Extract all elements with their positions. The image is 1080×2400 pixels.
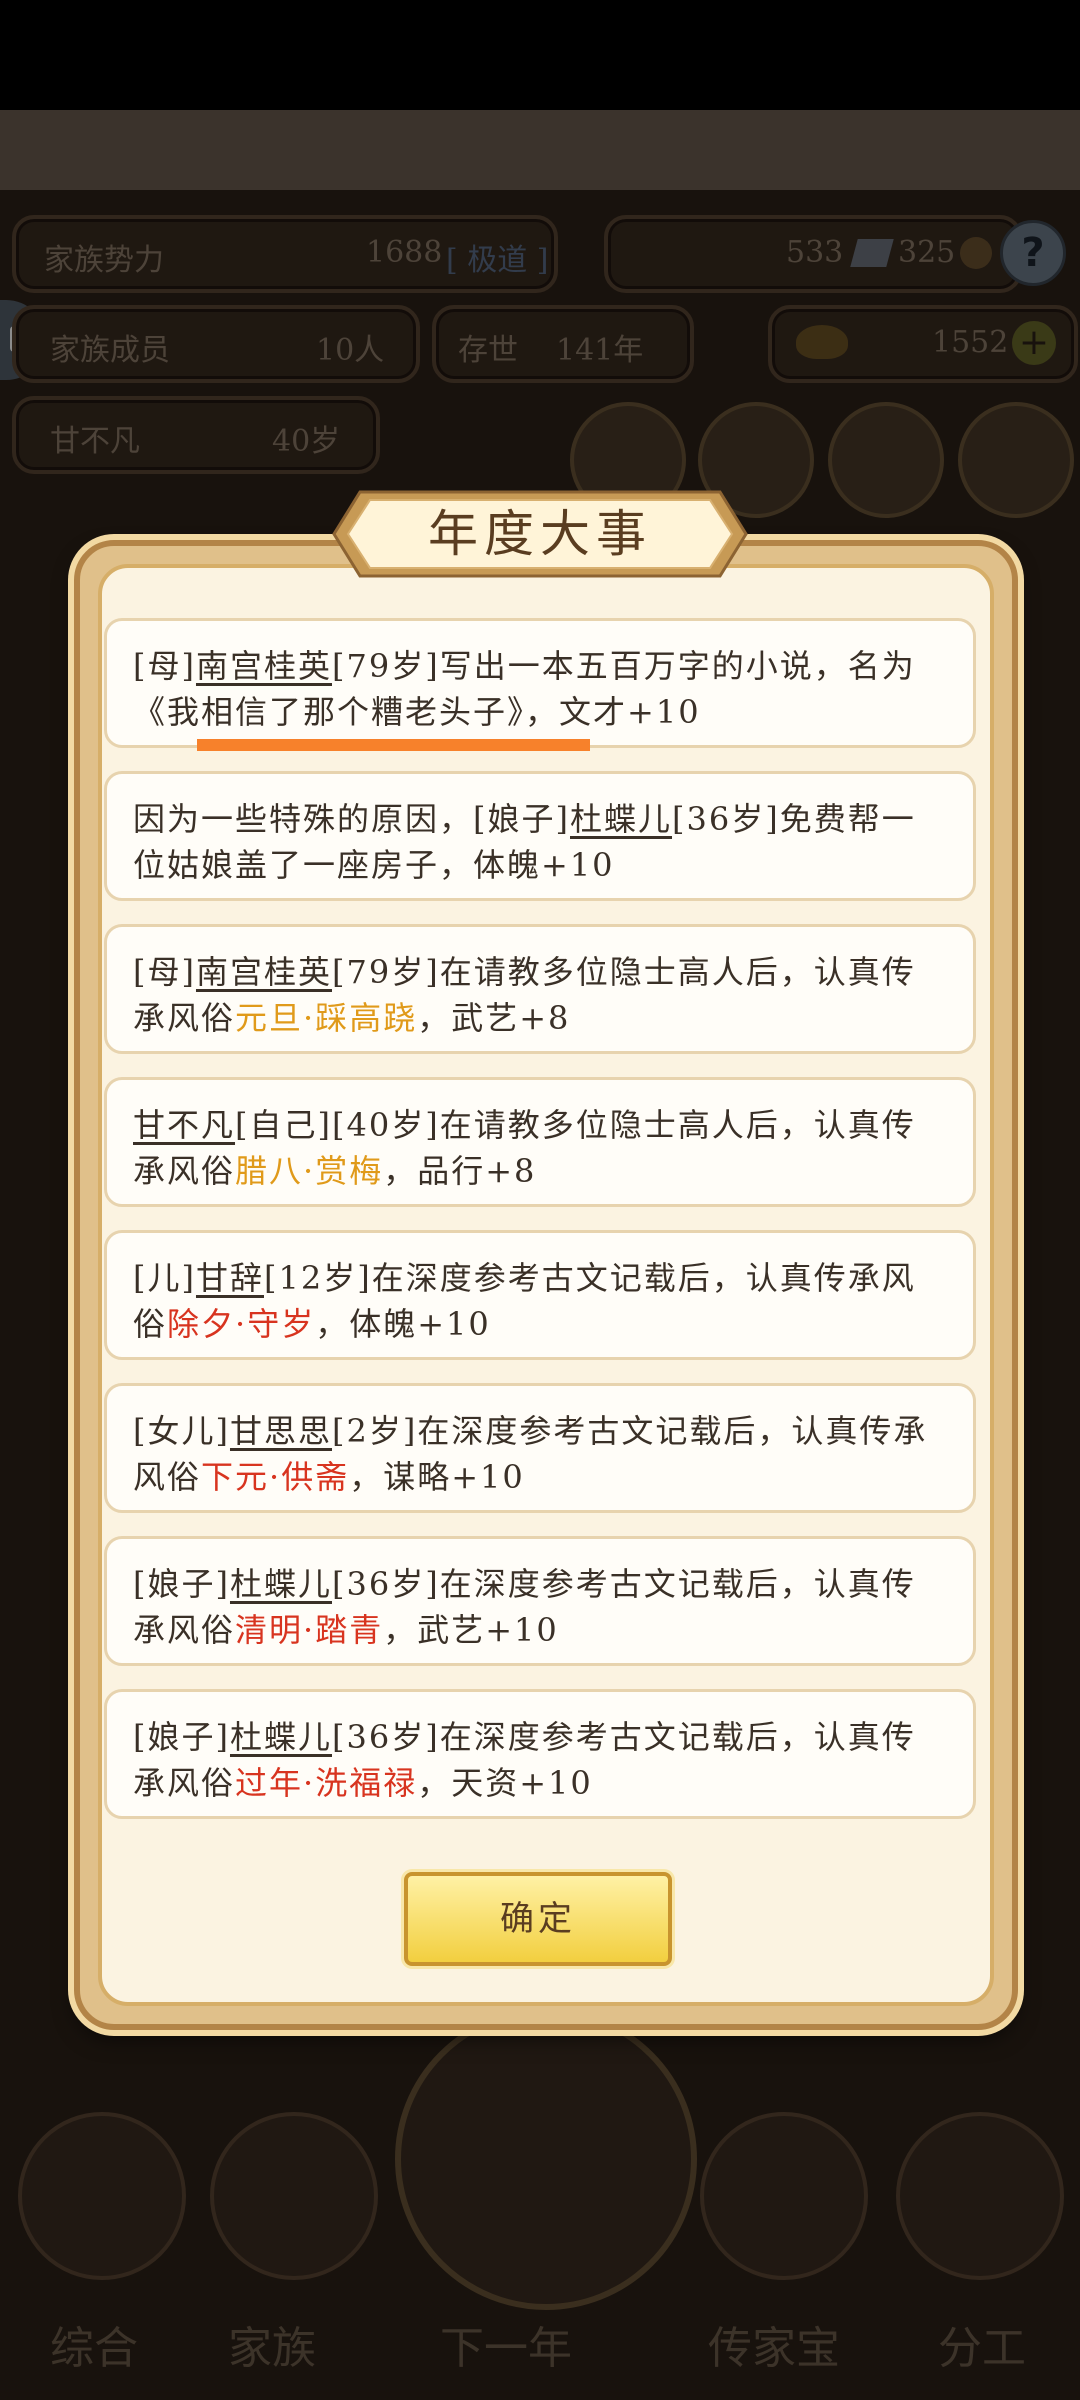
event-item: 因为一些特殊的原因，[娘子]杜蝶儿[36岁]免费帮一位姑娘盖了一座房子，体魄+1… <box>104 771 976 901</box>
person-name[interactable]: 甘不凡 <box>133 1106 235 1144</box>
event-item: [娘子]杜蝶儿[36岁]在深度参考古文记载后，认真传承风俗清明·踏青，武艺+10 <box>104 1536 976 1666</box>
status-bar <box>0 0 1080 110</box>
event-bonus: ，文才+10 <box>525 693 701 731</box>
person-name[interactable]: 杜蝶儿 <box>230 1565 332 1603</box>
person-name[interactable]: 杜蝶儿 <box>570 800 672 838</box>
event-relation: [娘子] <box>133 1565 230 1603</box>
event-relation: [母] <box>133 953 196 991</box>
event-item: [女儿]甘思思[2岁]在深度参考古文记载后，认真传承风俗下元·供斋，谋略+10 <box>104 1383 976 1513</box>
events-list: [母]南宫桂英[79岁]写出一本五百万字的小说，名为《我相信了那个糟老头子》，文… <box>104 618 976 1842</box>
event-item: [娘子]杜蝶儿[36岁]在深度参考古文记载后，认真传承风俗过年·洗福禄，天资+1… <box>104 1689 976 1819</box>
event-bonus: ，谋略+10 <box>349 1458 525 1496</box>
event-relation: [儿] <box>133 1259 196 1297</box>
highlight-mark <box>197 739 590 751</box>
event-relation: [女儿] <box>133 1412 230 1450</box>
person-name[interactable]: 甘辞 <box>196 1259 264 1297</box>
confirm-button[interactable]: 确定 <box>404 1872 672 1966</box>
event-text: [79岁]写出一本五百万字的小说，名为 <box>332 647 916 685</box>
dialog-title: 年度大事 <box>428 505 652 563</box>
custom-name: 下元·供斋 <box>201 1458 350 1496</box>
event-text: 因为一些特殊的原因， <box>133 800 474 838</box>
custom-name: 除夕·守岁 <box>167 1305 316 1343</box>
event-bonus: ，体魄+10 <box>315 1305 491 1343</box>
custom-name: 清明·踏青 <box>235 1611 384 1649</box>
custom-name: 元旦·踩高跷 <box>235 999 418 1037</box>
event-bonus: ，武艺+8 <box>417 999 571 1037</box>
event-item: 甘不凡[自己][40岁]在请教多位隐士高人后，认真传承风俗腊八·赏梅，品行+8 <box>104 1077 976 1207</box>
person-name[interactable]: 南宫桂英 <box>196 647 332 685</box>
event-relation: [娘子] <box>133 1718 230 1756</box>
person-name[interactable]: 南宫桂英 <box>196 953 332 991</box>
custom-name: 过年·洗福禄 <box>235 1764 418 1802</box>
event-bonus: ，武艺+10 <box>383 1611 559 1649</box>
dialog-title-plaque: 年度大事 <box>330 488 750 580</box>
custom-name: 腊八·赏梅 <box>235 1152 384 1190</box>
event-item: [母]南宫桂英[79岁]在请教多位隐士高人后，认真传承风俗元旦·踩高跷，武艺+8 <box>104 924 976 1054</box>
person-name[interactable]: 杜蝶儿 <box>230 1718 332 1756</box>
event-bonus: ，天资+10 <box>417 1764 593 1802</box>
event-relation: [母] <box>133 647 196 685</box>
top-band <box>0 110 1080 190</box>
event-item: [母]南宫桂英[79岁]写出一本五百万字的小说，名为《我相信了那个糟老头子》，文… <box>104 618 976 751</box>
book-title: 《我相信了那个糟老头子》 <box>133 693 526 731</box>
event-relation: [自己] <box>235 1106 332 1144</box>
event-bonus: ，品行+8 <box>383 1152 537 1190</box>
event-relation: [娘子] <box>473 800 570 838</box>
event-item: [儿]甘辞[12岁]在深度参考古文记载后，认真传承风俗除夕·守岁，体魄+10 <box>104 1230 976 1360</box>
person-name[interactable]: 甘思思 <box>230 1412 332 1450</box>
